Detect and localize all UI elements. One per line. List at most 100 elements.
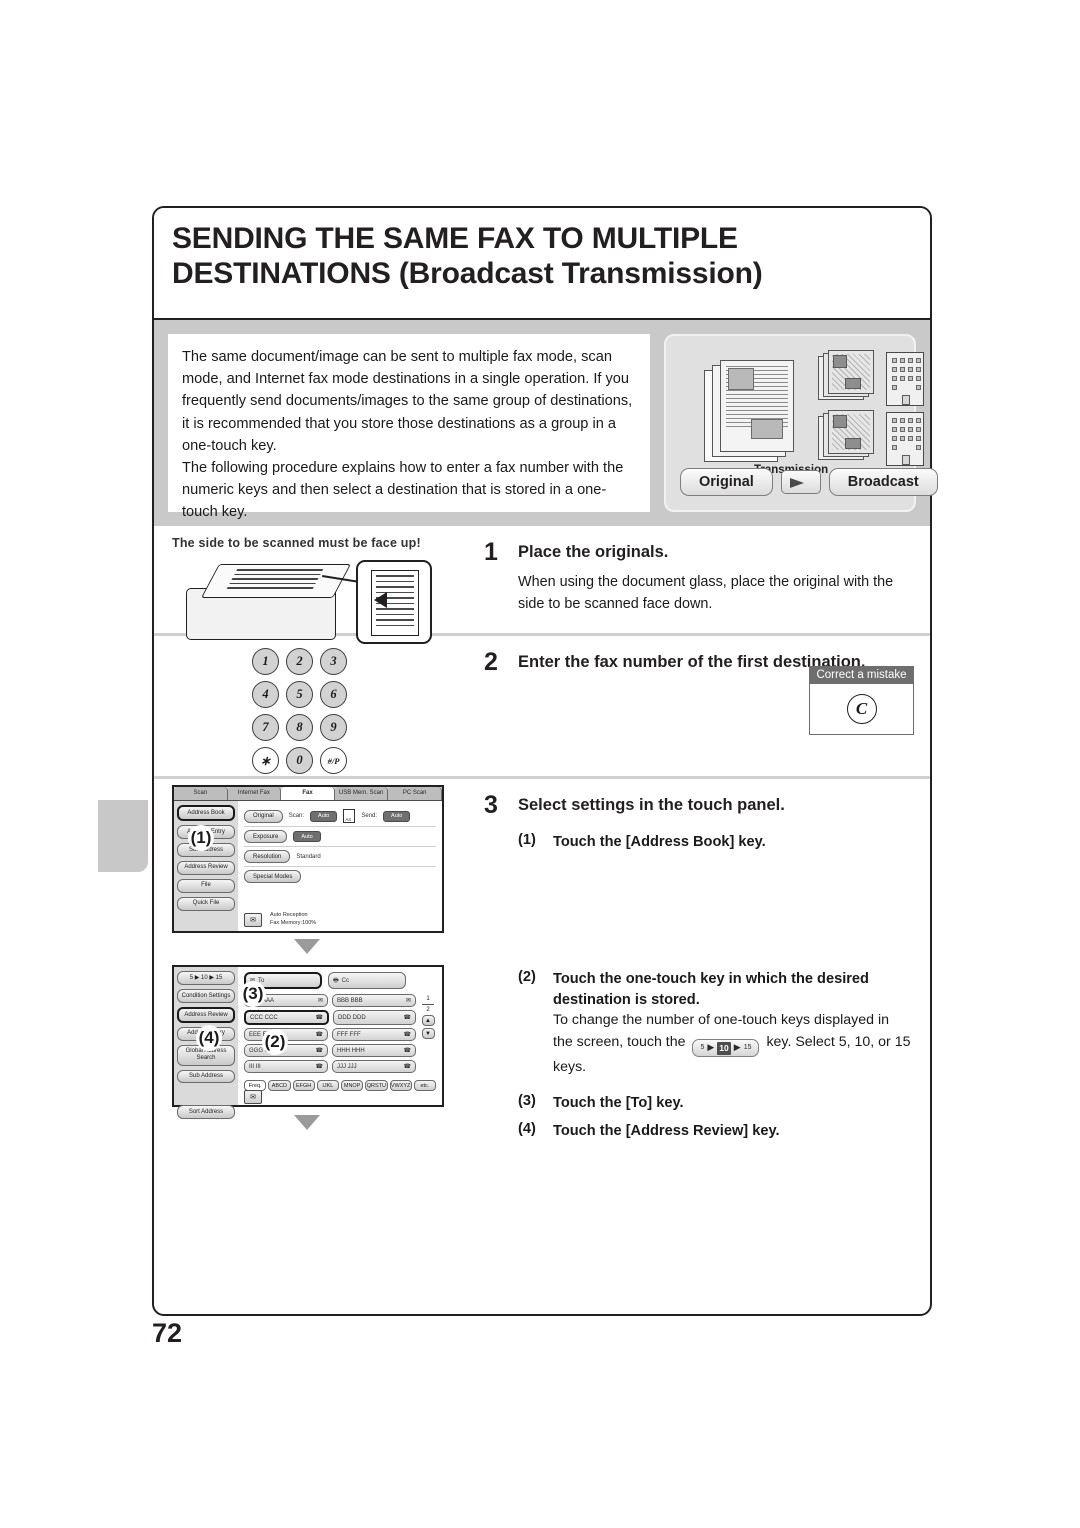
intro-paragraph-1: The same document/image can be sent to m… [182,349,633,454]
quick-file-button[interactable]: Quick File [177,896,235,911]
keypad-key-hash-p[interactable]: #/P [320,747,347,775]
keypad-key-4[interactable]: 4 [252,681,279,709]
keypad-key-7[interactable]: 7 [252,714,279,742]
face-up-caption: The side to be scanned must be face up! [172,536,421,550]
keys-count-chip[interactable]: 5 ▶ 10 ▶ 15 [692,1039,760,1058]
mail-icon-2: ✉ [405,998,411,1005]
substep-3: (3) Touch the [To] key. [518,1093,912,1114]
substep-2-text: Touch the one-touch key in which the des… [553,970,869,1008]
callout-4: (4) [196,1025,222,1052]
arrow-right-icon [780,470,821,494]
tab-internet-fax[interactable]: Internet Fax [227,787,282,801]
substep-2: (2) Touch the one-touch key in which the… [518,969,912,1079]
address-pager: 1 2 ▲ ▼ [420,994,436,1076]
substep-1-text: Touch the [Address Book] key. [553,834,766,851]
correct-a-mistake-badge: Correct a mistake C [809,666,914,736]
keypad-key-5[interactable]: 5 [286,681,313,709]
send-value: Auto [383,810,411,822]
special-modes-button[interactable]: Special Modes [244,870,302,884]
page-edge-tab [98,800,148,872]
address-book-button[interactable]: Address Book [177,805,235,822]
substep-1: (1) Touch the [Address Book] key. [518,832,912,853]
auto-reception-status: Auto Reception [270,912,308,919]
fax-status-line: ✉ Auto Reception Fax Memory:100% [238,912,442,928]
tab-pc-scan[interactable]: PC Scan [388,787,442,801]
correct-a-mistake-caption: Correct a mistake [816,669,907,682]
callout-3: (3) [240,981,266,1008]
keypad-key-1[interactable]: 1 [252,648,279,676]
fax-screen-body: Original Scan: Auto Send: Auto Exposure … [238,801,442,932]
scroll-down-button[interactable]: ▼ [421,1028,435,1040]
figure-pill-row: Original Broadcast [680,468,938,496]
step-1: The side to be scanned must be face up! … [154,526,930,644]
numeric-keypad: 1 2 3 4 5 6 7 8 9 ∗ 0 #/P [252,648,362,780]
keys-count-selector[interactable]: 5 ▶ 10 ▶ 15 [177,971,235,986]
step-3-title: Select settings in the touch panel. [518,796,785,815]
pager-total: 2 [426,1007,430,1014]
clear-key-icon[interactable]: C [846,694,877,725]
fax-memory-status: Fax Memory:100% [270,920,317,927]
keypad-key-8[interactable]: 8 [286,714,313,742]
one-touch-key-ccc[interactable]: CCC CCC ☎ [244,1010,329,1026]
page-title-line2: DESTINATIONS (Broadcast Transmission) [172,256,763,290]
one-touch-key-bbb[interactable]: BBB BBB ✉ [332,994,416,1008]
substep-3-text: Touch the [To] key. [553,1094,684,1111]
intro-paragraph-2: The following procedure explains how to … [182,459,624,521]
page-title-banner: SENDING THE SAME FAX TO MULTIPLE DESTINA… [154,208,930,320]
step-3: Scan Internet Fax Fax USB Mem. Scan PC S… [154,779,930,1152]
substep-2-index: (2) [518,968,536,985]
scroll-up-button[interactable]: ▲ [421,1015,435,1027]
callout-2: (2) [262,1029,288,1056]
cc-button[interactable]: 🖶 Cc [328,972,406,990]
step-1-title: Place the originals. [518,543,669,561]
phone-icon-5: ☎ [315,1048,323,1055]
keypad-key-asterisk[interactable]: ∗ [252,747,279,775]
substep-2-note: To change the number of one-touch keys d… [553,1010,912,1078]
one-touch-key-fff[interactable]: FFF FFF ☎ [332,1028,416,1042]
mail-icon: ✉ [317,998,323,1005]
address-review-button-2[interactable]: Address Review [177,1007,235,1023]
intro-band: The same document/image can be sent to m… [154,320,938,526]
tab-usb-mem-scan[interactable]: USB Mem. Scan [334,787,389,801]
to-cc-bar: ✉ To 🖶 Cc [244,972,436,990]
original-pill: Original [680,468,773,496]
sub-address-button-2[interactable]: Sub Address [177,1069,235,1084]
tab-scan[interactable]: Scan [174,787,228,801]
keypad-key-6[interactable]: 6 [320,681,347,709]
keypad-key-9[interactable]: 9 [320,714,347,742]
substep-4-index: (4) [518,1121,536,1138]
step-2: 1 2 3 4 5 6 7 8 9 ∗ 0 #/P 2 Enter the fa… [154,636,930,775]
resolution-setting-button[interactable]: Resolution [244,850,291,864]
exposure-setting-button[interactable]: Exposure [244,830,288,844]
address-status-line: ✉ [238,1090,442,1105]
address-row: CCC CCC ☎ DDD DDD ☎ [244,1010,416,1026]
job-status-icon[interactable]: ✉ [244,913,262,928]
job-status-icon-2[interactable]: ✉ [244,1090,262,1105]
one-touch-key-jjj[interactable]: JJJ JJJ ☎ [332,1060,416,1074]
scanner-illustration [180,560,470,644]
condition-settings-button[interactable]: Condition Settings [177,989,235,1003]
one-touch-key-iii[interactable]: III III ☎ [244,1060,328,1074]
address-row: III III ☎ JJJ JJJ ☎ [244,1060,416,1074]
one-touch-key-hhh[interactable]: HHH HHH ☎ [332,1044,416,1058]
phone-icon-6: ☎ [403,1048,411,1055]
substep-4: (4) Touch the [Address Review] key. [518,1121,912,1142]
sort-address-button[interactable]: Sort Address [177,1105,235,1120]
file-button[interactable]: File [177,878,235,893]
substep-4-text: Touch the [Address Review] key. [553,1123,780,1140]
address-row: AAA AAA✉ BBB BBB✉ [244,994,416,1008]
keypad-key-3[interactable]: 3 [320,648,347,676]
step-1-illustration: The side to be scanned must be face up! [154,526,484,644]
phone-icon-8: ☎ [403,1064,411,1071]
keypad-key-0[interactable]: 0 [286,747,313,775]
phone-icon-2: ☎ [403,1015,411,1022]
phone-icon-7: ☎ [315,1064,323,1071]
tab-fax[interactable]: Fax [281,787,335,801]
keypad-key-2[interactable]: 2 [286,648,313,676]
step-3-number: 3 [484,791,498,820]
address-review-button[interactable]: Address Review [177,860,235,875]
step-1-text: 1 Place the originals. When using the do… [484,526,930,625]
one-touch-key-ddd[interactable]: DDD DDD ☎ [333,1010,416,1026]
exposure-value: Auto [293,831,321,843]
original-setting-button[interactable]: Original [244,809,283,823]
